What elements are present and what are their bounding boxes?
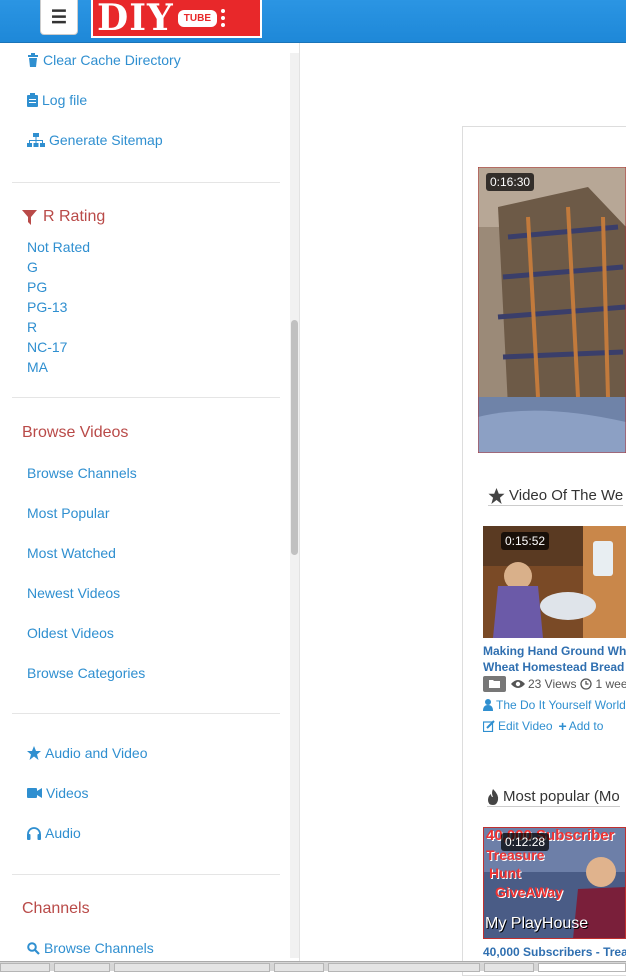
video-of-the-week-title-line1[interactable]: Making Hand Ground Wh (483, 644, 626, 658)
edit-video-label: Edit Video (498, 719, 553, 733)
log-file-label: Log file (42, 92, 88, 108)
browse-videos-heading: Browse Videos (22, 424, 129, 441)
plus-icon: + (558, 718, 567, 734)
video-of-the-week-meta: 23 Views 1 wee (483, 676, 626, 692)
thumb-caption-4: GiveAWay (495, 884, 563, 900)
rating-r[interactable]: R (27, 319, 37, 335)
video-of-the-week-title: Video Of The We (488, 487, 624, 506)
sidebar (0, 43, 300, 961)
video-of-the-week-label: Video Of The We (509, 487, 624, 504)
user-icon (483, 699, 493, 711)
site-logo[interactable]: DIY TUBE (91, 0, 262, 38)
folder-icon[interactable] (483, 676, 506, 692)
audio-and-video-label: Audio and Video (45, 745, 148, 761)
channels-heading: Channels (22, 900, 90, 917)
logo-dots-icon (221, 9, 225, 27)
clear-cache-label: Clear Cache Directory (43, 52, 181, 68)
add-to-button[interactable]: + Add to (559, 718, 604, 734)
videos-link[interactable]: Videos (27, 785, 89, 801)
audio-and-video-link[interactable]: Audio and Video (27, 745, 148, 761)
rating-pg-13[interactable]: PG-13 (27, 299, 67, 315)
add-to-label: Add to (568, 719, 604, 733)
os-taskbar (0, 961, 626, 972)
sidebar-divider (12, 713, 280, 714)
clear-cache-link[interactable]: Clear Cache Directory (27, 52, 181, 68)
featured-video-image (478, 167, 626, 453)
logo-text: DIY (97, 0, 174, 39)
browse-categories-link[interactable]: Browse Categories (27, 665, 145, 681)
most-watched-link[interactable]: Most Watched (27, 545, 116, 561)
most-popular-section-label: Most popular (Mo (503, 788, 620, 805)
clipboard-icon (27, 93, 38, 107)
sidebar-divider (12, 874, 280, 875)
sidebar-divider (12, 182, 280, 183)
video-camera-icon (27, 788, 42, 798)
top-navbar: ☰ DIY TUBE (0, 0, 626, 43)
oldest-videos-link[interactable]: Oldest Videos (27, 625, 114, 641)
most-popular-video-title[interactable]: 40,000 Subscribers - Trea (483, 945, 626, 959)
clock-icon (580, 678, 593, 690)
thumb-caption-3: Hunt (489, 865, 521, 881)
hamburger-icon: ☰ (50, 6, 68, 27)
rating-heading: R Rating (22, 208, 105, 226)
browse-channels-link[interactable]: Browse Channels (27, 465, 137, 481)
fire-icon (488, 788, 499, 805)
logo-badge: TUBE (177, 9, 217, 27)
channels-browse-label: Browse Channels (44, 940, 154, 956)
channels-browse-link[interactable]: Browse Channels (27, 940, 154, 956)
eye-icon (511, 680, 525, 688)
audio-label: Audio (45, 825, 81, 841)
headphones-icon (27, 826, 41, 840)
edit-icon (483, 720, 495, 732)
generate-sitemap-label: Generate Sitemap (49, 132, 163, 148)
rating-pg[interactable]: PG (27, 279, 47, 295)
rating-not-rated[interactable]: Not Rated (27, 239, 90, 255)
video-of-the-week-thumbnail[interactable]: 0:15:52 (483, 526, 626, 638)
featured-video-duration: 0:16:30 (486, 173, 535, 191)
thumb-caption-5: My PlayHouse (485, 915, 589, 932)
rating-nc-17[interactable]: NC-17 (27, 339, 67, 355)
star-icon (27, 746, 41, 760)
video-of-the-week-channel-link[interactable]: The Do It Yourself World (483, 698, 626, 712)
newest-videos-link[interactable]: Newest Videos (27, 585, 120, 601)
rating-ma[interactable]: MA (27, 359, 48, 375)
video-of-the-week-age: 1 wee (595, 677, 626, 691)
most-popular-duration: 0:12:28 (501, 833, 550, 851)
featured-video-thumbnail[interactable]: 0:16:30 (478, 167, 626, 453)
video-of-the-week-actions: Edit Video + Add to (483, 718, 603, 734)
hamburger-menu-button[interactable]: ☰ (40, 0, 78, 35)
sitemap-icon (27, 133, 45, 147)
video-of-the-week-title-line2[interactable]: Wheat Homestead Bread (483, 660, 624, 674)
video-of-the-week-views: 23 Views (528, 677, 577, 691)
rating-heading-label: R Rating (43, 208, 106, 225)
rating-g[interactable]: G (27, 259, 38, 275)
generate-sitemap-link[interactable]: Generate Sitemap (27, 132, 163, 148)
most-popular-thumbnail[interactable]: 40,000 Subscriber Treasure Hunt GiveAWay… (483, 827, 626, 939)
most-popular-section-title: Most popular (Mo (487, 788, 620, 807)
videos-label: Videos (46, 785, 89, 801)
audio-link[interactable]: Audio (27, 825, 81, 841)
trash-icon (28, 53, 38, 67)
sidebar-scrollbar-thumb[interactable] (291, 320, 298, 555)
video-of-the-week-channel: The Do It Yourself World (496, 698, 626, 712)
star-icon (488, 487, 505, 504)
search-icon (27, 941, 40, 955)
edit-video-button[interactable]: Edit Video (483, 719, 553, 733)
video-of-the-week-duration: 0:15:52 (501, 532, 550, 550)
most-popular-link[interactable]: Most Popular (27, 505, 109, 521)
sidebar-divider (12, 397, 280, 398)
filter-icon (22, 209, 37, 225)
log-file-link[interactable]: Log file (27, 92, 87, 108)
